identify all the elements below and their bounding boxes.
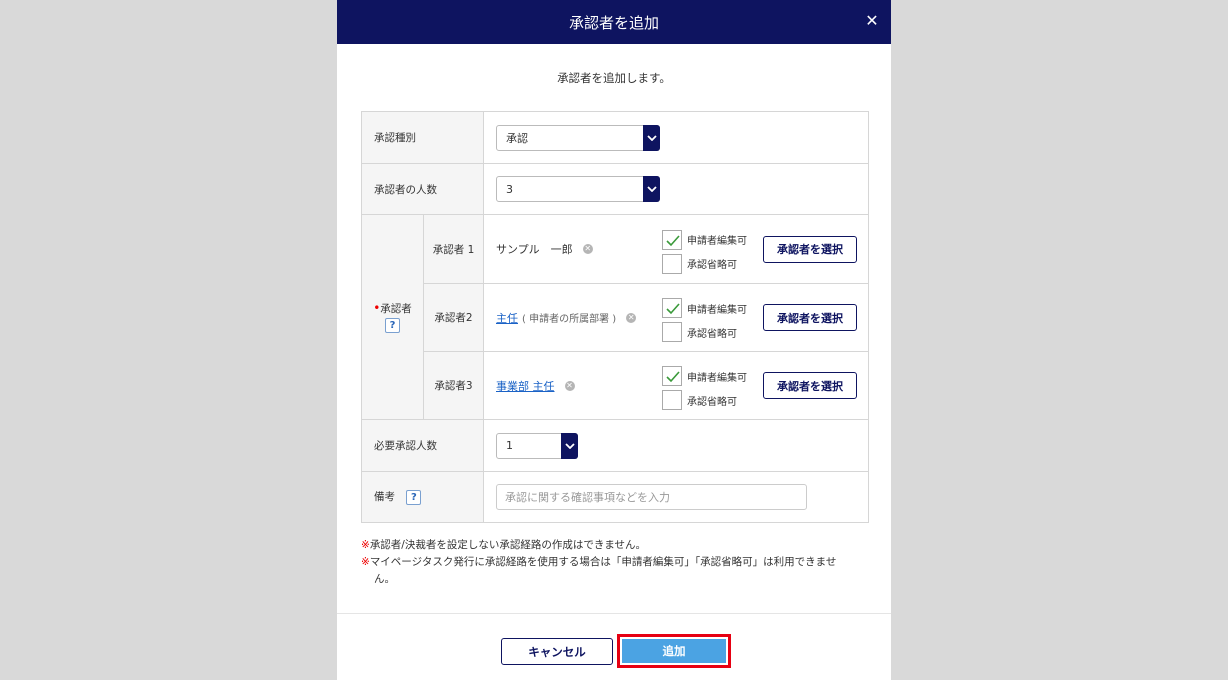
dialog-intro: 承認者を追加します。	[557, 71, 671, 85]
clear-icon[interactable]: ✕	[582, 244, 593, 254]
approver-1-editable-label: 申請者編集可	[687, 236, 747, 247]
approval-type-cell: 承認	[483, 111, 869, 164]
approval-type-label: 承認種別	[361, 111, 484, 164]
required-count-cell: 1	[483, 419, 869, 472]
approvers-label-cell: •承認者 ?	[361, 214, 424, 420]
approver-2-name-sub: ( 申請者の所属部署 )	[522, 314, 617, 325]
approver-3-select-button[interactable]: 承認者を選択	[763, 372, 857, 399]
approver-1-select-button[interactable]: 承認者を選択	[763, 235, 857, 263]
chevron-down-icon	[561, 432, 578, 459]
approver-2-select-button[interactable]: 承認者を選択	[763, 304, 857, 331]
clear-icon[interactable]: ✕	[564, 380, 575, 391]
chevron-down-icon	[643, 176, 660, 202]
required-count-value: 1	[506, 439, 513, 452]
required-count-select[interactable]: 1	[496, 432, 578, 459]
approver-2-editable-label: 申請者編集可	[687, 304, 747, 316]
add-button-highlight: 追加	[617, 634, 731, 668]
approver-count-value: 3	[506, 182, 513, 196]
approver-3-options: 申請者編集可 承認省略可	[662, 364, 747, 412]
clear-icon[interactable]: ✕	[626, 312, 637, 323]
approver-3-editable-label: 申請者編集可	[687, 372, 747, 384]
approval-type-select[interactable]: 承認	[496, 124, 660, 151]
approver-count-cell: 3	[483, 163, 869, 215]
approver-3-label: 承認者3	[423, 351, 484, 420]
approver-1-options: 申請者編集可 承認省略可	[662, 228, 747, 276]
approver-1-cell: サンプル 一郎 ✕ 申請者編集可 承認省略可 承認者を選択	[483, 214, 869, 284]
approver-1-skippable-label: 承認省略可	[687, 260, 737, 271]
approver-1-skippable-checkbox[interactable]	[662, 253, 682, 274]
add-button[interactable]: 追加	[622, 639, 726, 663]
add-approver-dialog: 承認者を追加 ✕ 承認者を追加します。 承認種別 承認 承認者の人数 3 •承認…	[337, 0, 891, 680]
note-1: ※承認者/決裁者を設定しない承認経路の作成はできません。	[361, 539, 647, 551]
approver-3-name-wrap: 事業部 主任 ✕	[496, 352, 575, 419]
approver-2-label: 承認者2	[423, 283, 484, 352]
approver-form: 承認種別 承認 承認者の人数 3 •承認者 ? 承認者 1 サンプル 一郎 ✕ …	[361, 111, 869, 523]
approval-type-value: 承認	[506, 131, 528, 145]
cancel-button[interactable]: キャンセル	[501, 638, 613, 665]
approvers-label: 承認者	[380, 303, 412, 315]
approver-1-name-wrap: サンプル 一郎 ✕	[496, 216, 593, 283]
memo-input[interactable]: 承認に関する確認事項などを入力	[496, 484, 807, 510]
approver-1-label: 承認者 1	[423, 214, 484, 284]
approver-2-name-wrap: 主任 ( 申請者の所属部署 ) ✕	[496, 284, 637, 351]
approver-1-editable-checkbox[interactable]	[662, 229, 682, 250]
dialog-title: 承認者を追加	[568, 13, 659, 32]
approver-2-editable-checkbox[interactable]	[662, 298, 682, 318]
approver-2-cell: 主任 ( 申請者の所属部署 ) ✕ 申請者編集可 承認省略可 承認者を選択	[483, 283, 869, 352]
approver-2-options: 申請者編集可 承認省略可	[662, 296, 747, 344]
approver-2-skippable-checkbox[interactable]	[662, 322, 682, 342]
required-count-label: 必要承認人数	[361, 419, 484, 472]
approver-count-select[interactable]: 3	[496, 176, 660, 202]
memo-label-cell: 備考 ?	[361, 471, 484, 523]
approver-count-label: 承認者の人数	[361, 163, 484, 215]
approver-3-cell: 事業部 主任 ✕ 申請者編集可 承認省略可 承認者を選択	[483, 351, 869, 420]
notes: ※承認者/決裁者を設定しない承認経路の作成はできません。 ※マイページタスク発行…	[361, 537, 861, 588]
approver-3-skippable-checkbox[interactable]	[662, 390, 682, 410]
note-2-continued: ん。	[374, 573, 395, 585]
help-icon[interactable]: ?	[385, 318, 400, 333]
note-2: ※マイページタスク発行に承認経路を使用する場合は「申請者編集可」「承認省略可」は…	[361, 556, 837, 568]
approver-1-name: サンプル 一郎	[496, 243, 573, 256]
memo-cell: 承認に関する確認事項などを入力	[483, 471, 869, 523]
footer-divider	[337, 613, 891, 614]
dialog-header: 承認者を追加 ✕	[337, 0, 891, 44]
chevron-down-icon	[643, 124, 660, 151]
approver-2-name-link[interactable]: 主任	[496, 310, 518, 326]
help-icon[interactable]: ?	[406, 490, 422, 505]
approver-3-skippable-label: 承認省略可	[687, 396, 737, 408]
memo-label: 備考	[374, 491, 395, 503]
approver-3-editable-checkbox[interactable]	[662, 366, 682, 386]
approver-2-skippable-label: 承認省略可	[687, 328, 737, 340]
approver-3-name-link[interactable]: 事業部 主任	[496, 378, 555, 394]
close-icon[interactable]: ✕	[863, 12, 881, 30]
